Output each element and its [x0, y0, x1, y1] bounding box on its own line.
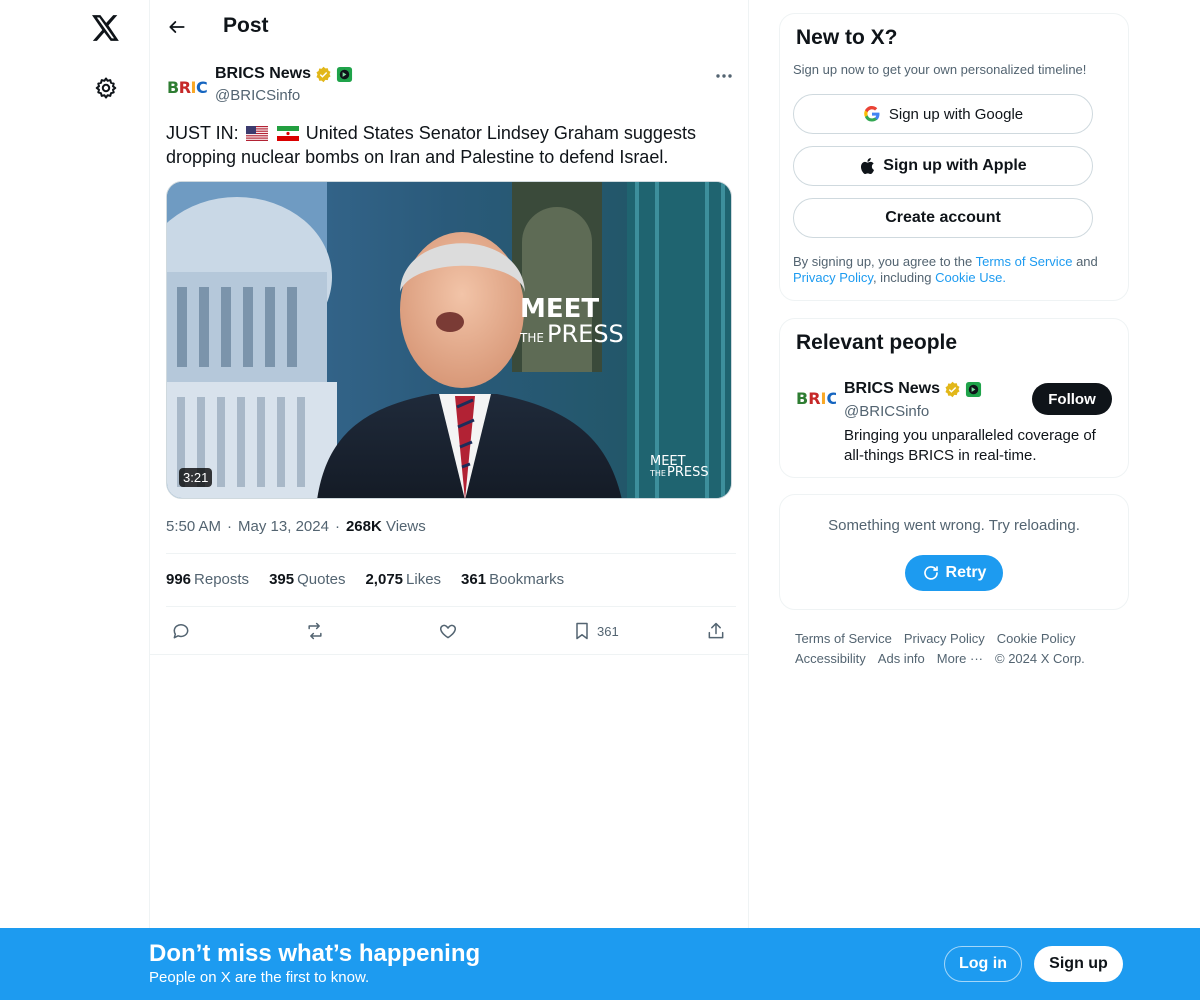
privacy-link[interactable]: Privacy Policy — [793, 270, 873, 285]
gear-icon[interactable] — [86, 68, 126, 108]
bottom-bar-title: Don’t miss what’s happening — [149, 940, 481, 967]
footer-ads-info[interactable]: Ads info — [878, 651, 925, 666]
affiliate-badge-icon — [965, 381, 982, 397]
signup-legal: By signing up, you agree to the Terms of… — [793, 254, 1098, 285]
signup-button[interactable]: Sign up — [1034, 946, 1123, 982]
views-count: 268K — [345, 518, 382, 535]
footer-accessibility[interactable]: Accessibility — [795, 651, 866, 666]
bookmark-count: 361 — [597, 623, 619, 639]
svg-text:THE: THE — [519, 331, 544, 345]
left-nav — [0, 0, 150, 1000]
post-time[interactable]: 5:50 AM — [166, 518, 221, 535]
google-icon — [864, 105, 880, 122]
x-logo-icon[interactable] — [86, 8, 126, 48]
reply-icon[interactable] — [171, 617, 191, 645]
like-icon[interactable] — [438, 617, 458, 645]
post-actions: 361 — [166, 617, 736, 645]
us-flag-icon — [245, 126, 268, 141]
relevant-handle[interactable]: @BRICSinfo — [844, 403, 929, 420]
footer-copyright: © 2024 X Corp. — [995, 651, 1085, 666]
bookmark-icon[interactable]: 361 — [572, 617, 619, 645]
post-date[interactable]: May 13, 2024 — [238, 518, 329, 535]
page-title: Post — [223, 14, 269, 37]
cookie-link[interactable]: Cookie Use. — [935, 270, 1006, 285]
divider — [150, 654, 748, 655]
svg-text:PRESS: PRESS — [667, 465, 709, 480]
signup-subtitle: Sign up now to get your own personalized… — [793, 62, 1087, 77]
footer-links: Terms of Service Privacy Policy Cookie Pol… — [795, 629, 1115, 669]
footer-more[interactable]: More ··· — [937, 651, 983, 666]
svg-text:PRESS: PRESS — [547, 320, 624, 348]
repost-icon[interactable] — [304, 617, 326, 645]
verified-badge-icon — [945, 381, 960, 397]
retry-button[interactable]: Retry — [905, 555, 1003, 591]
iran-flag-icon — [276, 126, 299, 141]
relevant-people-card: Relevant people BRICS BRICS News @BRICSi… — [779, 318, 1129, 478]
post-stats: 996 Reposts 395 Quotes 2,075 Likes 361 Bookm… — [166, 571, 564, 588]
svg-text:BRICS: BRICS — [796, 389, 836, 408]
avatar[interactable]: BRICS — [796, 387, 850, 414]
relevant-name[interactable]: BRICS News — [844, 380, 982, 398]
signup-title: New to X? — [796, 26, 898, 49]
signup-google-button[interactable]: Sign up with Google — [793, 94, 1093, 134]
author-name[interactable]: BRICS News — [215, 65, 353, 83]
avatar[interactable]: BRICS — [166, 66, 208, 108]
error-card: Something went wrong. Try reloading. Ret… — [779, 494, 1129, 610]
terms-link[interactable]: Terms of Service — [976, 254, 1073, 269]
footer-terms[interactable]: Terms of Service — [795, 631, 892, 646]
quotes-stat[interactable]: 395 Quotes — [269, 571, 345, 588]
author-handle[interactable]: @BRICSinfo — [215, 87, 300, 104]
main-column: Post BRICS BRICS News @BRICSinfo JUST IN… — [149, 0, 749, 1000]
video-duration: 3:21 — [179, 468, 213, 487]
arrow-left-icon[interactable] — [162, 12, 192, 42]
create-account-button[interactable]: Create account — [793, 198, 1093, 238]
post-meta: 5:50 AM · May 13, 2024 · 268K Views — [166, 518, 426, 535]
signup-apple-button[interactable]: Sign up with Apple — [793, 146, 1093, 186]
bookmarks-stat[interactable]: 361 Bookmarks — [461, 571, 564, 588]
affiliate-badge-icon — [336, 66, 353, 82]
divider — [166, 606, 736, 607]
follow-button[interactable]: Follow — [1032, 383, 1112, 415]
apple-icon — [861, 157, 875, 175]
verified-badge-icon — [316, 66, 331, 82]
bottom-signup-bar: Don’t miss what’s happening People on X … — [0, 928, 1200, 1000]
more-options-icon[interactable] — [710, 64, 738, 88]
relevant-bio: Bringing you unparalleled coverage of al… — [844, 427, 1096, 464]
signup-card: New to X? Sign up now to get your own pe… — [779, 13, 1129, 301]
svg-text:BRICS: BRICS — [167, 78, 207, 97]
post-author: BRICS BRICS News @BRICSinfo — [166, 64, 736, 108]
video-player[interactable]: MEET THE PRESS MEET THE PRESS 3:21 — [166, 181, 732, 499]
bottom-bar-subtitle: People on X are the first to know. — [149, 969, 370, 986]
refresh-icon — [923, 566, 938, 580]
likes-stat[interactable]: 2,075 Likes — [365, 571, 441, 588]
relevant-title: Relevant people — [796, 331, 958, 354]
video-thumbnail: MEET THE PRESS MEET THE PRESS — [167, 182, 731, 498]
post-header: Post — [150, 0, 750, 53]
reposts-stat[interactable]: 996 Reposts — [166, 571, 249, 588]
login-button[interactable]: Log in — [944, 946, 1022, 982]
error-message: Something went wrong. Try reloading. — [828, 517, 1080, 534]
divider — [166, 553, 736, 554]
share-icon[interactable] — [706, 617, 726, 645]
svg-text:THE: THE — [649, 469, 666, 478]
footer-privacy[interactable]: Privacy Policy — [904, 631, 985, 646]
post-text: JUST IN: United States Senator Lindsey G… — [166, 123, 696, 167]
footer-cookie[interactable]: Cookie Policy — [997, 631, 1076, 646]
